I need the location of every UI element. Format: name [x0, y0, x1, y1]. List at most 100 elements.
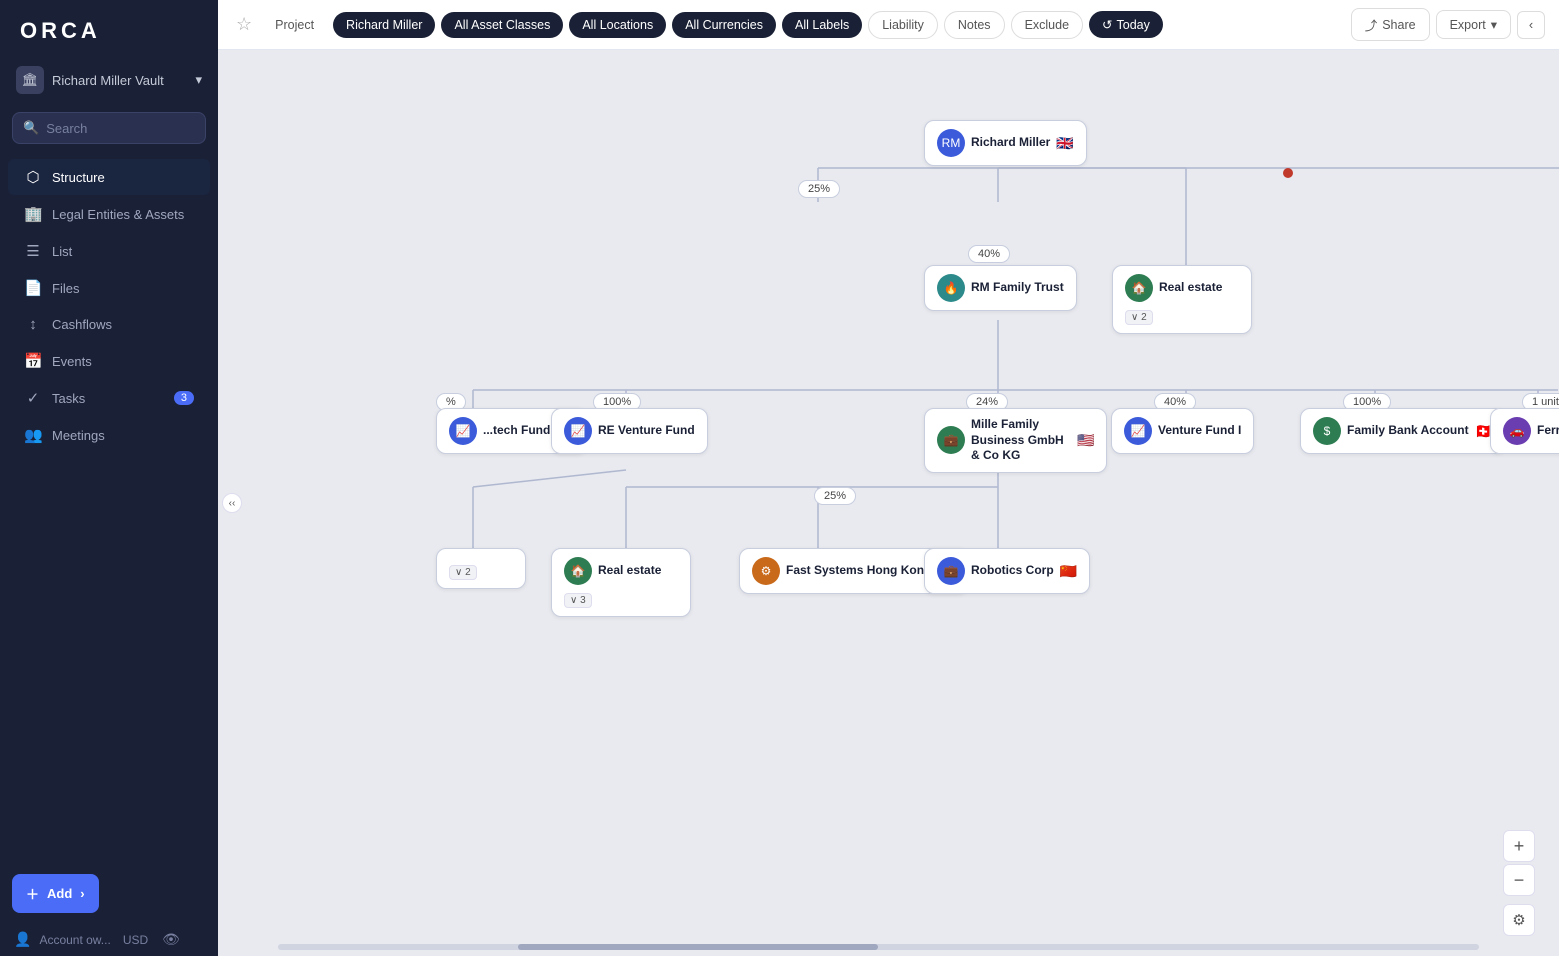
node-icon-tech-fund: 📈	[449, 417, 477, 445]
node-title-re-venture: RE Venture Fund	[598, 423, 695, 439]
filter-asset-class-button[interactable]: All Asset Classes	[441, 12, 563, 38]
node-real-estate-bottom[interactable]: 🏠 Real estate ∨ 3	[551, 548, 691, 617]
canvas-settings-button[interactable]: ⚙	[1503, 904, 1535, 936]
sidebar-item-cashflows[interactable]: ↕ Cashflows	[8, 307, 210, 342]
add-button[interactable]: ＋ Add ›	[12, 874, 99, 913]
topbar-right: ⤴ Share Export ▾ ‹	[1351, 8, 1545, 41]
node-mille-family[interactable]: 💼 Mille Family Business GmbH & Co KG 🇺🇸	[924, 408, 1107, 473]
share-label: Share	[1382, 18, 1415, 32]
export-button[interactable]: Export ▾	[1436, 10, 1511, 39]
node-venture-fund[interactable]: 📈 Venture Fund I	[1111, 408, 1254, 454]
sidebar-item-label: Legal Entities & Assets	[52, 207, 184, 222]
node-expand-real-estate-bottom[interactable]: ∨ 3	[564, 593, 592, 608]
vault-icon: 🏛	[16, 66, 44, 94]
toggle-liability-button[interactable]: Liability	[868, 11, 938, 39]
notification-dot	[1283, 168, 1293, 178]
filter-person-button[interactable]: Richard Miller	[333, 12, 435, 38]
node-icon-robotics: 💼	[937, 557, 965, 585]
zoom-in-button[interactable]: +	[1503, 830, 1535, 862]
sidebar-nav: ⬡ Structure 🏢 Legal Entities & Assets ☰ …	[0, 154, 218, 864]
list-icon: ☰	[24, 242, 42, 260]
node-icon-real-estate-bottom: 🏠	[564, 557, 592, 585]
node-robotics-corp[interactable]: 💼 Robotics Corp 🇨🇳	[924, 548, 1090, 594]
node-re-venture-fund[interactable]: 📈 RE Venture Fund	[551, 408, 708, 454]
filter-labels-button[interactable]: All Labels	[782, 12, 862, 38]
legal-entities-icon: 🏢	[24, 205, 42, 223]
node-title-trust: RM Family Trust	[971, 280, 1064, 296]
node-real-estate-top[interactable]: 🏠 Real estate ∨ 2	[1112, 265, 1252, 334]
search-icon: 🔍	[23, 120, 39, 136]
today-button[interactable]: ↺ Today	[1089, 11, 1163, 38]
topbar: ☆ Project Richard Miller All Asset Class…	[218, 0, 1559, 50]
search-input[interactable]	[46, 121, 195, 136]
connection-lines	[218, 50, 1559, 956]
node-real-estate-mid[interactable]: ∨ 2	[436, 548, 526, 589]
toggle-exclude-button[interactable]: Exclude	[1011, 11, 1083, 39]
sidebar-item-structure[interactable]: ⬡ Structure	[8, 159, 210, 195]
sidebar-item-list[interactable]: ☰ List	[8, 233, 210, 269]
project-button[interactable]: Project	[262, 12, 327, 38]
node-title-ferrari: Ferrari	[1537, 423, 1559, 439]
account-person-icon: 👤	[14, 931, 31, 948]
filter-locations-button[interactable]: All Locations	[569, 12, 666, 38]
horizontal-scrollbar[interactable]	[278, 944, 1479, 950]
add-arrow-icon: ›	[80, 886, 84, 901]
node-icon-family-bank: $	[1313, 417, 1341, 445]
scrollbar-thumb	[518, 944, 878, 950]
sidebar-collapse-button[interactable]: ‹‹	[222, 493, 242, 513]
meetings-icon: 👥	[24, 426, 42, 444]
node-expand-real-estate-top[interactable]: ∨ 2	[1125, 310, 1153, 325]
node-richard-miller[interactable]: RM Richard Miller 🇬🇧	[924, 120, 1087, 166]
today-label: Today	[1117, 18, 1150, 32]
toggle-notes-button[interactable]: Notes	[944, 11, 1005, 39]
node-title-real-estate-bottom: Real estate	[598, 563, 661, 579]
node-flag-robotics: 🇨🇳	[1060, 563, 1077, 580]
sidebar-item-label: Files	[52, 281, 79, 296]
percent-badge-25-top: 25%	[798, 180, 840, 198]
node-expand-real-estate-mid[interactable]: ∨ 2	[449, 565, 477, 580]
sidebar-item-label: Events	[52, 354, 92, 369]
cashflows-icon: ↕	[24, 316, 42, 333]
sidebar-item-tasks[interactable]: ✓ Tasks 3	[8, 380, 210, 416]
node-title-tech-fund: ...tech Fund	[483, 423, 550, 439]
sidebar-item-meetings[interactable]: 👥 Meetings	[8, 417, 210, 453]
sidebar: ORCA 🏛 Richard Miller Vault ▾ 🔍 ⬡ Struct…	[0, 0, 218, 956]
node-title-robotics: Robotics Corp	[971, 563, 1054, 579]
node-title-richard: Richard Miller	[971, 135, 1050, 151]
node-icon-re-venture: 📈	[564, 417, 592, 445]
visibility-icon[interactable]: 👁	[162, 931, 180, 948]
node-title-fast-systems: Fast Systems Hong Kong	[786, 563, 931, 579]
nav-back-arrow[interactable]: ‹	[1517, 11, 1545, 39]
favorite-star-icon[interactable]: ☆	[232, 10, 256, 39]
sidebar-item-label: Meetings	[52, 428, 105, 443]
node-title-mille: Mille Family Business GmbH & Co KG	[971, 417, 1071, 464]
node-icon-fast-systems: ⚙	[752, 557, 780, 585]
sidebar-item-legal-entities[interactable]: 🏢 Legal Entities & Assets	[8, 196, 210, 232]
node-family-bank[interactable]: $ Family Bank Account 🇨🇭	[1300, 408, 1505, 454]
percent-badge-40-trust: 40%	[968, 245, 1010, 263]
node-flag-mille: 🇺🇸	[1077, 432, 1094, 449]
node-ferrari[interactable]: 🚗 Ferrari 🇨🇭	[1490, 408, 1559, 454]
structure-icon: ⬡	[24, 168, 42, 186]
sidebar-item-label: Tasks	[52, 391, 85, 406]
app-logo: ORCA	[0, 0, 218, 58]
add-plus-icon: ＋	[26, 884, 39, 903]
node-rm-family-trust[interactable]: 🔥 RM Family Trust	[924, 265, 1077, 311]
node-icon-trust: 🔥	[937, 274, 965, 302]
node-icon-richard: RM	[937, 129, 965, 157]
filter-currencies-button[interactable]: All Currencies	[672, 12, 776, 38]
sidebar-item-events[interactable]: 📅 Events	[8, 343, 210, 379]
export-chevron-icon: ▾	[1491, 17, 1497, 32]
share-icon: ⤴	[1365, 15, 1378, 34]
zoom-out-button[interactable]: −	[1503, 864, 1535, 896]
share-button[interactable]: ⤴ Share	[1351, 8, 1430, 41]
node-title-family-bank: Family Bank Account	[1347, 423, 1469, 439]
node-title-real-estate-top: Real estate	[1159, 280, 1222, 296]
search-container: 🔍	[12, 112, 206, 144]
vault-selector[interactable]: 🏛 Richard Miller Vault ▾	[0, 58, 218, 102]
percent-badge-25-mille: 25%	[814, 487, 856, 505]
node-title-venture: Venture Fund I	[1158, 423, 1241, 439]
vault-chevron-icon: ▾	[195, 72, 202, 88]
sidebar-item-files[interactable]: 📄 Files	[8, 270, 210, 306]
zoom-controls: + −	[1503, 830, 1535, 896]
